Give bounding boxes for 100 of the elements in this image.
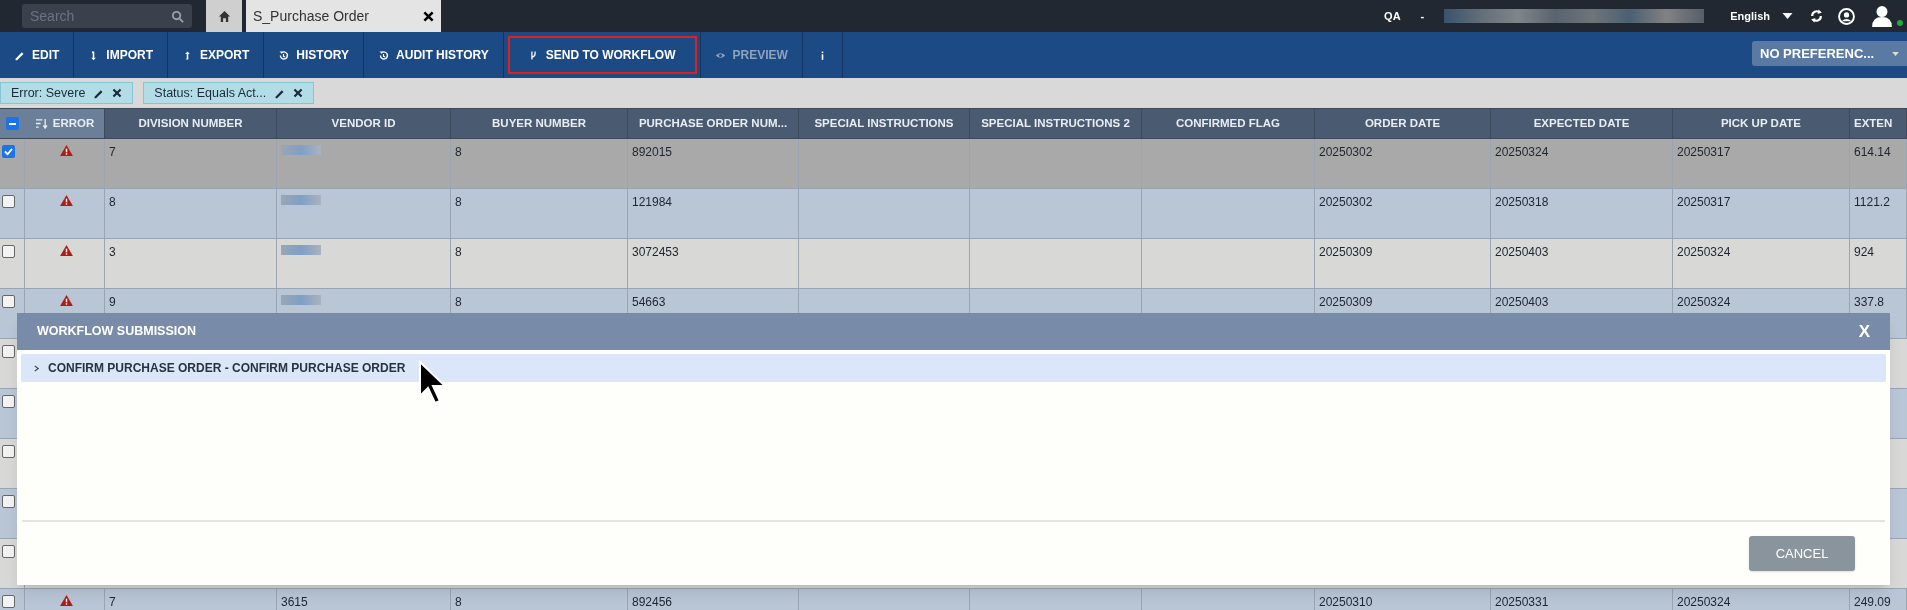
table-cell: 20250318 — [1495, 195, 1549, 209]
user-circle-icon[interactable] — [1838, 7, 1855, 25]
table-cell: 7 — [109, 145, 116, 159]
caret-icon — [1892, 51, 1899, 56]
language-dropdown[interactable]: English — [1730, 7, 1770, 25]
close-icon[interactable] — [293, 88, 304, 98]
redacted-block — [281, 145, 321, 155]
modal-title: WORKFLOW SUBMISSION — [37, 323, 196, 341]
table-cell: 924 — [1854, 245, 1875, 259]
row-checkbox[interactable] — [2, 495, 15, 508]
warning-icon — [60, 595, 73, 606]
close-button[interactable]: X — [1858, 318, 1870, 345]
workflow-item[interactable]: CONFIRM PURCHASE ORDER - CONFIRM PURCHASE ORDER — [21, 354, 1886, 382]
row-checkbox[interactable] — [2, 145, 15, 158]
column-label: PURCHASE ORDER NUM... — [638, 115, 788, 131]
warning-icon — [60, 145, 73, 156]
column-label: ERROR — [52, 115, 95, 131]
toolbar-button[interactable]: SEND TO WORKFLOW — [503, 32, 701, 78]
column-header[interactable]: SPECIAL INSTRUCTIONS 2 — [970, 109, 1142, 138]
row-checkbox[interactable] — [2, 545, 15, 558]
table-cell: 20250302 — [1319, 145, 1373, 159]
table-cell: 20250317 — [1677, 145, 1731, 159]
table-cell: 54663 — [632, 295, 666, 309]
table-cell: 337.8 — [1854, 295, 1885, 309]
table-cell: 8 — [455, 595, 462, 609]
close-tab-icon[interactable] — [423, 10, 434, 22]
refresh-icon[interactable] — [1809, 8, 1824, 24]
document-tab[interactable]: S_Purchase Order — [246, 0, 441, 32]
table-cell: 20250302 — [1319, 195, 1373, 209]
table-cell: 3615 — [281, 595, 308, 609]
home-icon — [217, 9, 231, 23]
filter-chip[interactable]: Status: Equals Act... — [143, 82, 315, 104]
table-cell: 1121.2 — [1854, 195, 1890, 209]
column-header[interactable]: SPECIAL INSTRUCTIONS — [799, 109, 970, 138]
table-cell: 20250403 — [1495, 295, 1549, 309]
table-cell: 20250309 — [1319, 245, 1373, 259]
column-header[interactable]: ORDER DATE — [1315, 109, 1491, 138]
table-cell: 121984 — [632, 195, 673, 209]
column-header[interactable]: PURCHASE ORDER NUM... — [628, 109, 799, 138]
table-cell: 20250324 — [1495, 145, 1549, 159]
column-header[interactable]: ERROR — [25, 109, 105, 138]
preference-dropdown[interactable]: NO PREFERENC... — [1752, 41, 1907, 66]
user-icon[interactable] — [1871, 5, 1893, 27]
table-cell: 8 — [109, 195, 116, 209]
column-label: PICK UP DATE — [1720, 115, 1802, 131]
filter-chip[interactable]: Error: Severe — [0, 82, 134, 104]
table-cell: 20250324 — [1677, 245, 1731, 259]
table-cell: 20250403 — [1495, 245, 1549, 259]
table-cell: 249.09 — [1854, 595, 1891, 609]
row-checkbox[interactable] — [2, 245, 15, 258]
row-checkbox[interactable] — [2, 345, 15, 358]
column-header[interactable]: BUYER NUMBER — [451, 109, 628, 138]
row-checkbox[interactable] — [2, 445, 15, 458]
row-checkbox[interactable] — [2, 295, 15, 308]
column-label: BUYER NUMBER — [492, 115, 586, 131]
table-cell: 7 — [109, 595, 116, 609]
column-label: SPECIAL INSTRUCTIONS — [814, 115, 954, 131]
row-checkbox[interactable] — [2, 195, 15, 208]
close-icon[interactable] — [112, 88, 123, 98]
column-header[interactable]: PICK UP DATE — [1673, 109, 1850, 138]
warning-icon — [60, 195, 73, 206]
table-cell: 20250317 — [1677, 195, 1731, 209]
column-label: CONFIRMED FLAG — [1175, 115, 1281, 131]
history-icon — [278, 49, 290, 61]
table-cell: 20250309 — [1319, 295, 1373, 309]
workflow-label: CONFIRM PURCHASE ORDER - CONFIRM PURCHASE ORDER — [48, 360, 406, 377]
table-cell: 20250310 — [1319, 595, 1373, 609]
redacted-block — [281, 295, 321, 305]
redacted-block — [281, 195, 321, 205]
column-label: EXTEN — [1854, 115, 1893, 131]
table-cell: 20250324 — [1677, 595, 1731, 609]
environment-label: QA — [1384, 8, 1401, 24]
separator-text: - — [1420, 8, 1425, 24]
column-header[interactable]: EXTEN — [1850, 109, 1907, 138]
warning-icon — [60, 295, 73, 306]
table-cell: 8 — [455, 295, 462, 309]
warning-icon — [60, 245, 73, 256]
column-label: SPECIAL INSTRUCTIONS 2 — [981, 115, 1130, 131]
column-header[interactable]: VENDOR ID — [277, 109, 451, 138]
redacted-block — [281, 245, 321, 255]
tab-label[interactable]: S_Purchase Order — [253, 5, 369, 27]
filter-label: Status: Equals Act... — [154, 84, 267, 102]
row-checkbox[interactable] — [2, 595, 15, 608]
table-cell: 8 — [455, 145, 462, 159]
sort-icon[interactable] — [34, 118, 48, 129]
column-label: DIVISION NUMBER — [138, 115, 243, 131]
filter-label: Error: Severe — [11, 84, 86, 102]
table-cell: 3072453 — [632, 245, 679, 259]
column-label: EXPECTED DATE — [1533, 115, 1630, 131]
select-all-checkbox[interactable] — [6, 117, 19, 130]
table-cell: 614.14 — [1854, 145, 1891, 159]
table-cell: 3 — [109, 245, 116, 259]
column-label: VENDOR ID — [331, 115, 396, 131]
column-header[interactable]: EXPECTED DATE — [1491, 109, 1673, 138]
column-header[interactable]: CONFIRMED FLAG — [1142, 109, 1315, 138]
column-header[interactable]: DIVISION NUMBER — [105, 109, 277, 138]
home-tab[interactable] — [206, 0, 242, 32]
row-checkbox[interactable] — [2, 395, 15, 408]
chevron-right-icon — [33, 364, 40, 372]
cancel-button[interactable]: CANCEL — [1749, 536, 1855, 571]
